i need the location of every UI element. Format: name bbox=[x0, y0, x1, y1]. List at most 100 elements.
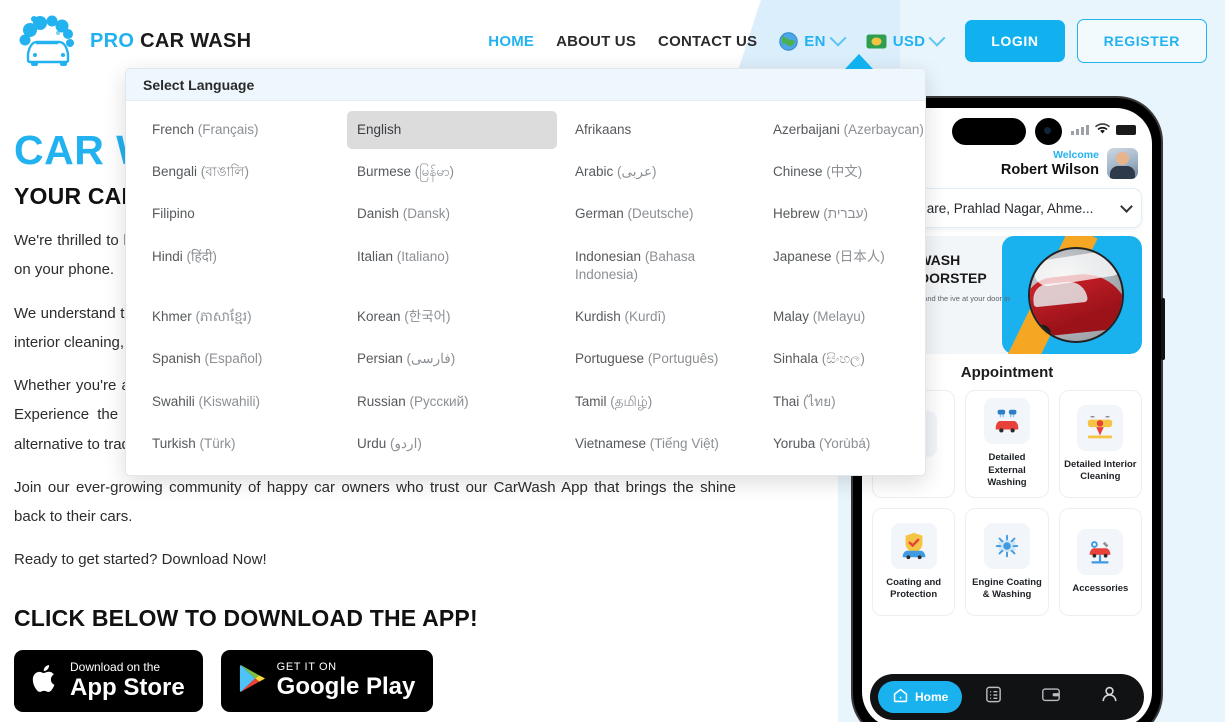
language-option-russian[interactable]: Russian (Русский) bbox=[347, 383, 557, 421]
language-option-native: (Русский) bbox=[405, 393, 469, 409]
language-option-name: Tamil bbox=[575, 393, 607, 409]
google-play-small: GET IT ON bbox=[276, 660, 337, 673]
tab-wallet[interactable] bbox=[1024, 686, 1078, 708]
language-option-yoruba[interactable]: Yoruba (Yorùbá) bbox=[763, 425, 925, 463]
language-option-hindi[interactable]: Hindi (हिंदी) bbox=[142, 238, 339, 294]
service-label: Coating and Protection bbox=[886, 576, 942, 600]
language-option-spanish[interactable]: Spanish (Español) bbox=[142, 340, 339, 378]
store-badges: Download on the App Store GET IT ON Goog… bbox=[14, 649, 754, 712]
battery-icon bbox=[1116, 125, 1136, 135]
language-option-native: (Türk) bbox=[195, 435, 236, 451]
interior-clean-icon bbox=[1077, 404, 1124, 451]
nav-link-contact-us[interactable]: CONTACT US bbox=[658, 33, 757, 50]
language-option-native: (မြန်မာ) bbox=[411, 164, 455, 180]
language-option-swahili[interactable]: Swahili (Kiswahili) bbox=[142, 383, 339, 421]
service-label: Accessories bbox=[1072, 582, 1129, 594]
avatar[interactable] bbox=[1107, 148, 1138, 179]
language-option-filipino[interactable]: Filipino bbox=[142, 195, 339, 233]
language-option-arabic[interactable]: Arabic (عربى) bbox=[565, 153, 755, 191]
language-option-name: English bbox=[357, 122, 402, 137]
language-option-bengali[interactable]: Bengali (বাঙালি) bbox=[142, 153, 339, 191]
app-store-label: Download on the App Store bbox=[70, 661, 185, 700]
language-option-name: Persian bbox=[357, 351, 403, 367]
shield-car-icon bbox=[890, 522, 937, 569]
language-option-vietnamese[interactable]: Vietnamese (Tiếng Việt) bbox=[565, 425, 755, 463]
language-option-portuguese[interactable]: Portuguese (Português) bbox=[565, 340, 755, 378]
tab-home[interactable]: Home bbox=[878, 681, 963, 713]
language-option-name: Japanese bbox=[773, 248, 832, 264]
language-option-azerbaijani[interactable]: Azerbaijani (Azerbaycan) bbox=[763, 111, 925, 149]
chevron-down-icon bbox=[928, 29, 946, 47]
language-option-korean[interactable]: Korean (한국어) bbox=[347, 298, 557, 336]
language-option-italian[interactable]: Italian (Italiano) bbox=[347, 238, 557, 294]
download-cta-heading: CLICK BELOW TO DOWNLOAD THE APP! bbox=[14, 604, 478, 631]
language-option-persian[interactable]: Persian (فارسی) bbox=[347, 340, 557, 378]
language-option-native: (Azerbaycan) bbox=[839, 122, 924, 137]
language-option-urdu[interactable]: Urdu (اردو) bbox=[347, 425, 557, 463]
language-option-native: (日本人) bbox=[831, 248, 885, 264]
nav-link-home[interactable]: HOME bbox=[488, 33, 534, 50]
language-option-japanese[interactable]: Japanese (日本人) bbox=[763, 238, 925, 294]
google-play-icon bbox=[239, 663, 266, 699]
language-option-kurdish[interactable]: Kurdish (Kurdî) bbox=[565, 298, 755, 336]
language-option-name: Afrikaans bbox=[575, 122, 632, 137]
language-option-native: (عربى) bbox=[613, 164, 657, 180]
language-option-sinhala[interactable]: Sinhala (සිංහල) bbox=[763, 340, 925, 378]
nav-link-about-us[interactable]: ABOUT US bbox=[556, 33, 636, 50]
language-option-name: Chinese bbox=[773, 164, 823, 180]
language-option-burmese[interactable]: Burmese (မြန်မာ) bbox=[347, 153, 557, 191]
language-option-name: Russian bbox=[357, 393, 406, 409]
greeting-text: Welcome Robert Wilson bbox=[1001, 149, 1099, 178]
language-option-chinese[interactable]: Chinese (中文) bbox=[763, 153, 925, 191]
language-selector[interactable]: EN bbox=[779, 29, 847, 51]
language-option-hebrew[interactable]: Hebrew (עברית) bbox=[763, 195, 925, 233]
service-card-coating-and-protection[interactable]: Coating and Protection bbox=[872, 508, 956, 616]
login-button[interactable]: LOGIN bbox=[965, 20, 1065, 62]
language-option-name: Khmer bbox=[152, 309, 192, 325]
language-option-name: Danish bbox=[357, 206, 400, 222]
service-card-accessories[interactable]: Accessories bbox=[1058, 508, 1142, 616]
google-play-label: GET IT ON Google Play bbox=[276, 660, 416, 699]
tab-profile[interactable] bbox=[1082, 685, 1136, 709]
language-option-german[interactable]: German (Deutsche) bbox=[565, 195, 755, 233]
phone-side-button bbox=[1161, 298, 1165, 360]
language-option-native: (Tiếng Việt) bbox=[646, 435, 719, 451]
language-option-thai[interactable]: Thai (ไทย) bbox=[763, 383, 925, 421]
service-card-detailed-interior-cleaning[interactable]: Detailed Interior Cleaning bbox=[1058, 390, 1142, 498]
language-option-native: (Melayu) bbox=[809, 309, 866, 325]
language-option-turkish[interactable]: Turkish (Türk) bbox=[142, 425, 339, 463]
phone-user-greeting: Welcome Robert Wilson bbox=[1001, 148, 1138, 179]
google-play-button[interactable]: GET IT ON Google Play bbox=[220, 649, 434, 712]
language-option-afrikaans[interactable]: Afrikaans bbox=[565, 111, 755, 149]
tab-orders[interactable] bbox=[966, 685, 1020, 709]
language-option-french[interactable]: French (Français) bbox=[142, 111, 339, 149]
language-option-danish[interactable]: Danish (Dansk) bbox=[347, 195, 557, 233]
logo[interactable]: PRO CAR WASH bbox=[18, 14, 251, 68]
language-option-tamil[interactable]: Tamil (தமிழ்) bbox=[565, 383, 755, 421]
currency-selector[interactable]: USD bbox=[866, 29, 946, 50]
car-wash-logo-icon bbox=[18, 14, 80, 68]
language-option-indonesian[interactable]: Indonesian (Bahasa Indonesia) bbox=[565, 238, 755, 294]
service-card-engine-coating-washing[interactable]: Engine Coating & Washing bbox=[965, 508, 1049, 616]
service-card-detailed-external-washing[interactable]: Detailed External Washing bbox=[965, 390, 1049, 498]
language-option-malay[interactable]: Malay (Melayu) bbox=[763, 298, 925, 336]
language-option-english[interactable]: English bbox=[347, 111, 557, 150]
language-option-native: (සිංහල) bbox=[818, 351, 865, 367]
language-dropdown-title: Select Language bbox=[126, 69, 925, 101]
language-option-name: Spanish bbox=[152, 351, 201, 367]
register-button[interactable]: REGISTER bbox=[1076, 19, 1207, 63]
language-option-name: French bbox=[152, 122, 195, 137]
phone-tab-bar: Home bbox=[870, 674, 1144, 720]
language-option-name: Hindi bbox=[152, 248, 183, 264]
language-option-name: Urdu bbox=[357, 435, 387, 451]
language-option-zulu[interactable]: Zulu bbox=[142, 467, 339, 475]
app-store-button[interactable]: Download on the App Store bbox=[14, 649, 203, 712]
language-option-name: Hebrew bbox=[773, 206, 820, 222]
language-option-khmer[interactable]: Khmer (ភាសាខ្មែរ) bbox=[142, 298, 339, 336]
language-option-native: (中文) bbox=[822, 164, 863, 180]
language-option-name: Yoruba bbox=[773, 435, 816, 451]
language-option-native: (Français) bbox=[194, 122, 259, 137]
language-option-name: Thai bbox=[773, 393, 800, 409]
wifi-icon bbox=[1094, 121, 1111, 139]
language-selector-label: EN bbox=[804, 32, 826, 50]
